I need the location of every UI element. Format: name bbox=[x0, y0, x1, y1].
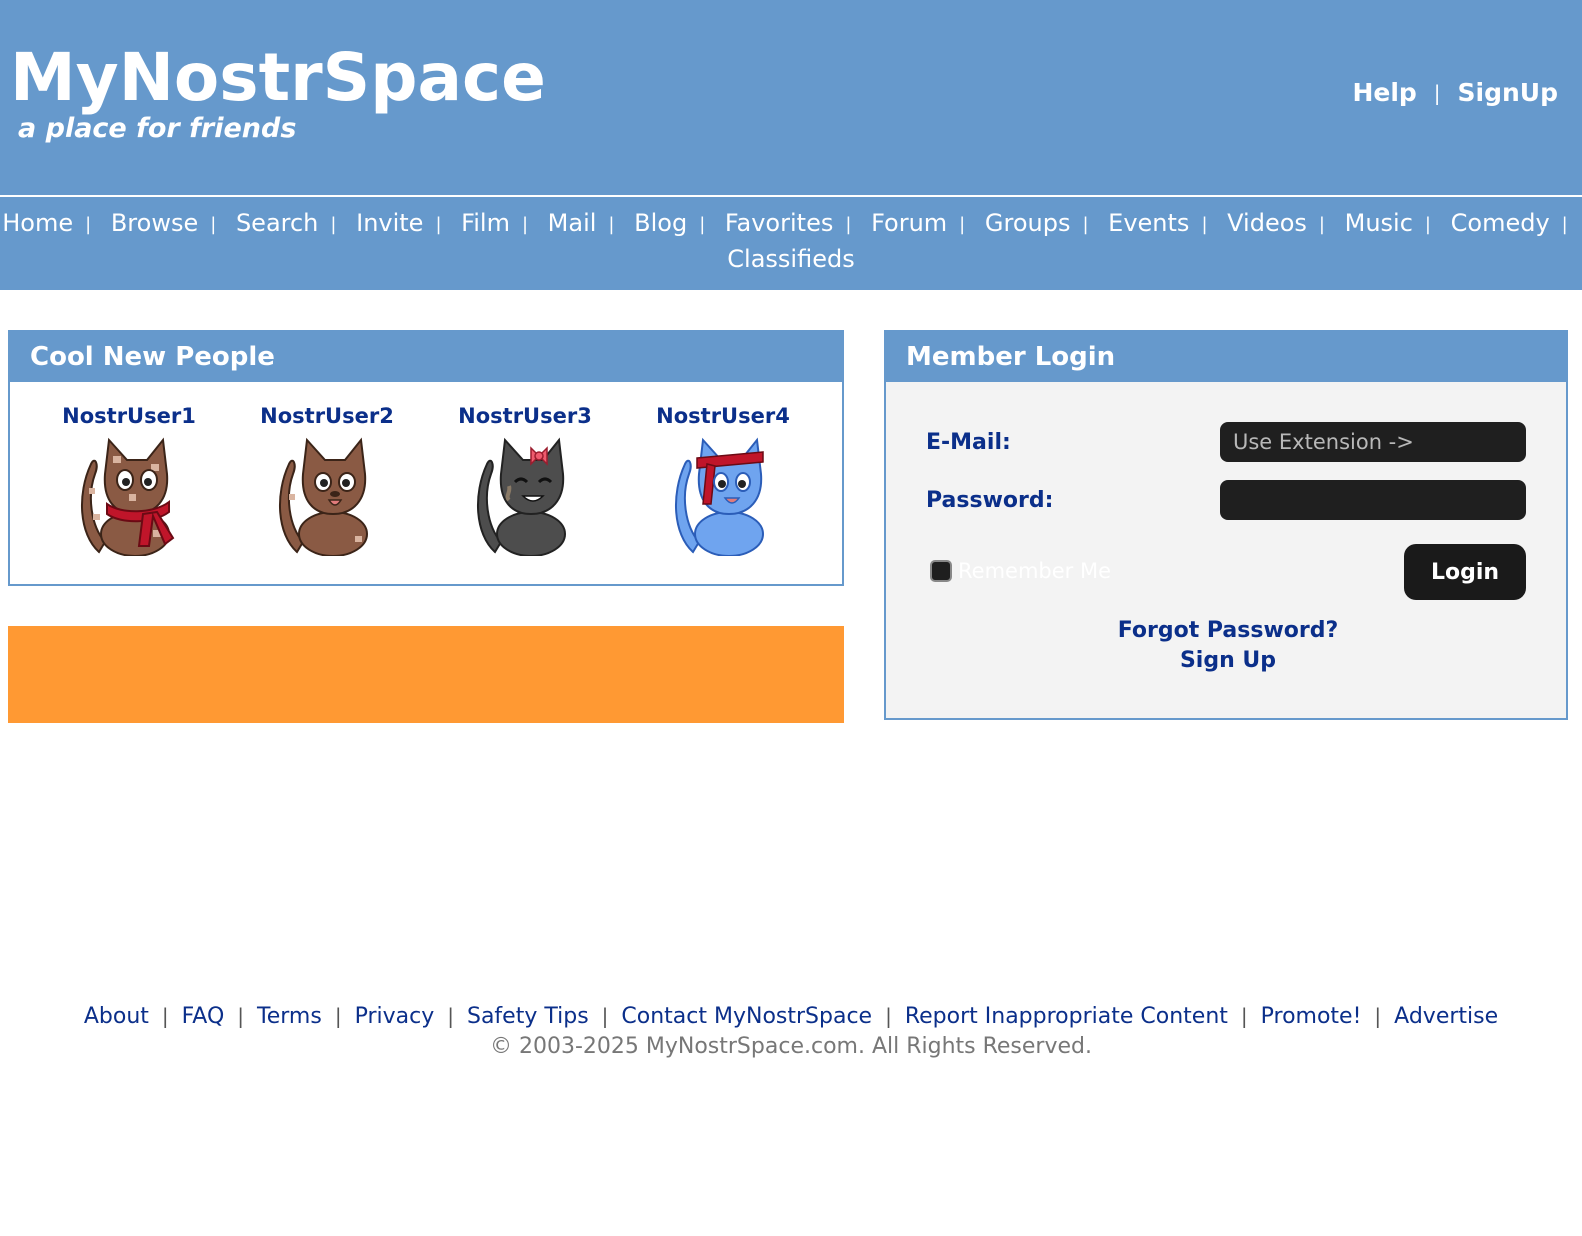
nav-forum[interactable]: Forum bbox=[871, 209, 947, 237]
person-name-link[interactable]: NostrUser2 bbox=[237, 404, 417, 428]
cool-new-people-panel: Cool New People NostrUser1 NostrUser2 No… bbox=[8, 330, 844, 586]
nav-blog[interactable]: Blog bbox=[634, 209, 687, 237]
signup-header-link[interactable]: SignUp bbox=[1458, 78, 1558, 107]
main-nav: Home | Browse | Search | Invite | Film | Mail… bbox=[0, 197, 1582, 290]
header-links: Help | SignUp bbox=[1352, 78, 1558, 107]
help-link[interactable]: Help bbox=[1352, 78, 1416, 107]
nav-groups[interactable]: Groups bbox=[985, 209, 1071, 237]
footer-aboutlink[interactable]: About bbox=[84, 1004, 149, 1029]
password-input[interactable] bbox=[1220, 480, 1526, 520]
separator: | bbox=[1240, 1004, 1248, 1028]
site-tagline: a place for friends bbox=[18, 113, 297, 144]
nav-search[interactable]: Search bbox=[236, 209, 318, 237]
separator: | bbox=[699, 214, 706, 235]
footer-faqlink[interactable]: FAQ bbox=[182, 1004, 225, 1029]
separator: | bbox=[1561, 214, 1568, 235]
footer-promote-link[interactable]: Promote! bbox=[1261, 1004, 1362, 1029]
email-input[interactable] bbox=[1220, 422, 1526, 462]
separator: | bbox=[885, 1004, 892, 1028]
nav-browse[interactable]: Browse bbox=[111, 209, 198, 237]
remember-me-label: Remember Me bbox=[958, 559, 1111, 583]
separator: | bbox=[435, 214, 442, 235]
separator: | bbox=[601, 1004, 609, 1028]
separator: | bbox=[845, 214, 852, 235]
separator: | bbox=[210, 214, 217, 235]
separator: | bbox=[1201, 214, 1208, 235]
remember-me-checkbox[interactable] bbox=[930, 560, 952, 582]
person-card: NostrUser2 bbox=[237, 404, 417, 560]
nav-mail[interactable]: Mail bbox=[548, 209, 597, 237]
person-name-link[interactable]: NostrUser1 bbox=[39, 404, 219, 428]
separator: | bbox=[608, 214, 615, 235]
forgot-password-link[interactable]: Forgot Password? bbox=[886, 618, 1570, 643]
remember-me: Remember Me bbox=[930, 559, 1111, 583]
footer-contact-mynostrspacelink[interactable]: Contact MyNostrSpace bbox=[621, 1004, 872, 1029]
people-grid: NostrUser1 NostrUser2 NostrUser3 NostrUs… bbox=[10, 404, 842, 560]
member-login-title: Member Login bbox=[886, 332, 1566, 382]
person-card: NostrUser4 bbox=[633, 404, 813, 560]
footer-safety-tipslink[interactable]: Safety Tips bbox=[467, 1004, 589, 1029]
signup-link[interactable]: Sign Up bbox=[886, 648, 1570, 673]
separator: | bbox=[521, 214, 529, 235]
footer-links: About | FAQ | Terms | Privacy | Safety Tips | Cont… bbox=[0, 1004, 1582, 1029]
nav-videos[interactable]: Videos bbox=[1227, 209, 1307, 237]
blue-cat-avatar[interactable] bbox=[663, 434, 783, 557]
member-login-panel: Member Login E-Mail: Password: Remember … bbox=[884, 330, 1568, 720]
password-label: Password: bbox=[926, 488, 1054, 513]
separator: | bbox=[85, 214, 92, 235]
separator: | bbox=[161, 1004, 169, 1028]
gray-cat-avatar[interactable] bbox=[465, 434, 585, 557]
footer-advertiselink[interactable]: Advertise bbox=[1394, 1004, 1498, 1029]
nav-classifieds[interactable]: Classifieds bbox=[727, 245, 854, 273]
separator: | bbox=[330, 214, 337, 235]
footer-report-inappropriate-contentlink[interactable]: Report Inappropriate Content bbox=[905, 1004, 1228, 1029]
separator: | bbox=[1082, 214, 1089, 235]
nav-music[interactable]: Music bbox=[1345, 209, 1413, 237]
person-card: NostrUser3 bbox=[435, 404, 615, 560]
nav-invite[interactable]: Invite bbox=[356, 209, 423, 237]
separator: | bbox=[237, 1004, 245, 1028]
person-name-link[interactable]: NostrUser4 bbox=[633, 404, 813, 428]
nav-events[interactable]: Events bbox=[1108, 209, 1189, 237]
cool-new-people-title: Cool New People bbox=[10, 332, 842, 382]
person-card: NostrUser1 bbox=[39, 404, 219, 560]
promo-banner[interactable] bbox=[8, 626, 844, 723]
email-label: E-Mail: bbox=[926, 430, 1011, 455]
person-name-link[interactable]: NostrUser3 bbox=[435, 404, 615, 428]
separator: | bbox=[1318, 214, 1325, 235]
separator: | bbox=[1374, 1004, 1382, 1028]
separator: | bbox=[1433, 80, 1441, 105]
separator: | bbox=[1424, 214, 1431, 235]
nav-comedy[interactable]: Comedy bbox=[1451, 209, 1550, 237]
nav-home[interactable]: Home bbox=[2, 209, 73, 237]
nav-film[interactable]: Film bbox=[461, 209, 510, 237]
brown-spotted-cat-avatar[interactable] bbox=[69, 434, 189, 557]
site-logo[interactable]: MyNostrSpace bbox=[10, 40, 546, 116]
footer-termslink[interactable]: Terms bbox=[257, 1004, 322, 1029]
separator: | bbox=[959, 214, 966, 235]
brown-cat-avatar[interactable] bbox=[267, 434, 387, 557]
separator: | bbox=[334, 1004, 342, 1028]
footer-privacylink[interactable]: Privacy bbox=[355, 1004, 435, 1029]
nav-favorites[interactable]: Favorites bbox=[725, 209, 833, 237]
copyright-text: © 2003-2025 MyNostrSpace.com. All Rights… bbox=[489, 1034, 1092, 1059]
login-button[interactable]: Login bbox=[1404, 544, 1526, 600]
site-header: MyNostrSpace a place for friends Help | … bbox=[0, 0, 1582, 195]
separator: | bbox=[447, 1004, 454, 1028]
